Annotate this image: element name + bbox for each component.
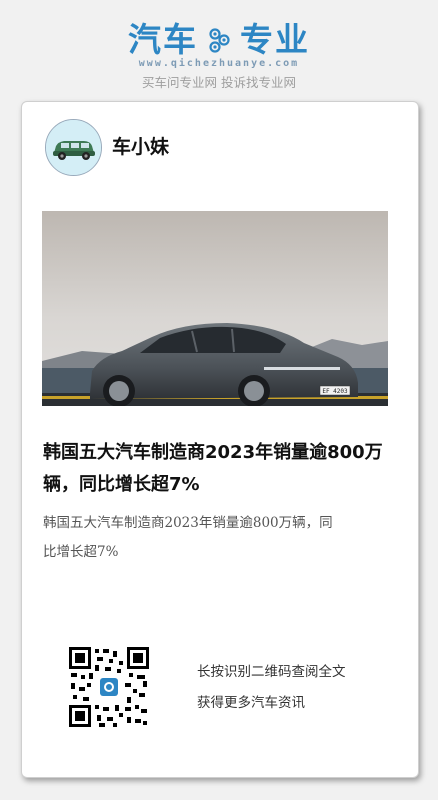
article-card[interactable]: 车小妹 EF 4203 韩国五大汽车制造商2023年销量逾800万辆，同比增长超… <box>21 101 419 778</box>
site-header: 汽车 专业 www.qichezhuanye.com 买车问专业网 投诉找专业网 <box>0 0 438 100</box>
avatar[interactable] <box>45 119 102 176</box>
logo-text-left: 汽车 <box>128 20 198 59</box>
gear-icon <box>209 28 230 53</box>
qr-code[interactable] <box>69 647 149 727</box>
logo-text-right: 专业 <box>240 20 310 59</box>
article-title[interactable]: 韩国五大汽车制造商2023年销量逾800万辆，同比增长超7% <box>43 437 388 501</box>
site-logo[interactable]: 汽车 专业 <box>0 20 438 60</box>
author-name[interactable]: 车小妹 <box>112 132 169 159</box>
article-photo[interactable]: EF 4203 <box>42 211 388 406</box>
site-url[interactable]: www.qichezhuanye.com <box>0 58 438 69</box>
qr-caption-line-1: 长按识别二维码查阅全文 <box>197 664 346 680</box>
article-summary: 韩国五大汽车制造商2023年销量逾800万辆，同比增长超7% <box>43 515 333 560</box>
qr-caption: 长按识别二维码查阅全文 获得更多汽车资讯 <box>197 657 346 719</box>
qr-code-image <box>69 647 149 727</box>
car-avatar-icon <box>46 120 101 175</box>
license-plate: EF 4203 <box>322 388 348 395</box>
site-slogan: 买车问专业网 投诉找专业网 <box>142 75 296 90</box>
car-photo-image: EF 4203 <box>42 211 388 406</box>
qr-caption-line-2: 获得更多汽车资讯 <box>197 695 305 711</box>
